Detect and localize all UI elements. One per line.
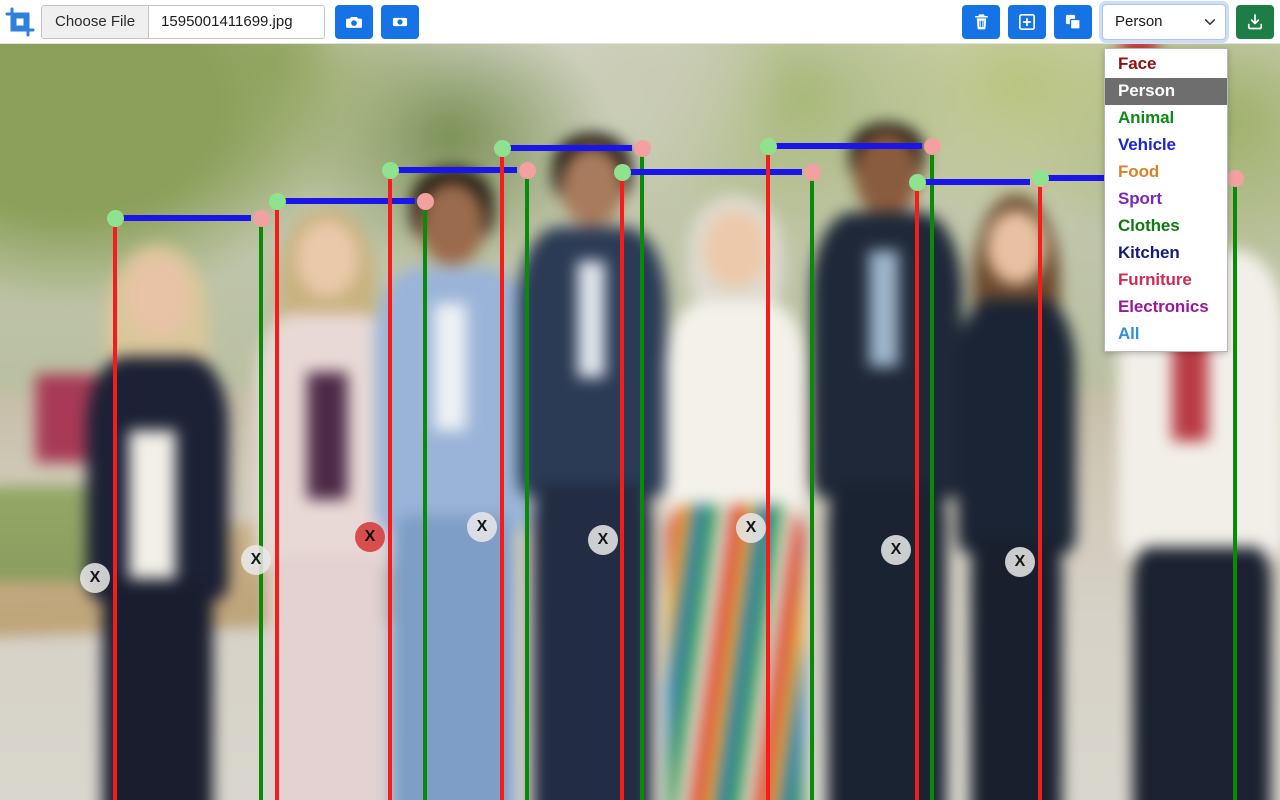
crop-frame-icon [3, 5, 37, 39]
photo-person-7 [947, 187, 1085, 800]
capture-button[interactable] [381, 4, 420, 39]
dropdown-item-sport[interactable]: Sport [1105, 186, 1227, 213]
box-handle-top-right[interactable] [924, 138, 941, 155]
category-select[interactable]: Person [1102, 3, 1226, 40]
box-delete-button[interactable]: X [241, 545, 271, 575]
choose-file-button[interactable]: Choose File [42, 5, 150, 38]
photo-person-6 [810, 123, 964, 800]
box-delete-button[interactable]: X [736, 513, 766, 543]
photo-person-4 [518, 133, 667, 800]
box-handle-top-left[interactable] [614, 164, 631, 181]
add-box-button[interactable] [1008, 4, 1046, 39]
box-handle-top-right[interactable] [253, 210, 270, 227]
duplicate-button[interactable] [1054, 4, 1092, 39]
dropdown-item-electronics[interactable]: Electronics [1105, 294, 1227, 321]
box-top-edge[interactable] [923, 179, 1030, 185]
category-dropdown-menu[interactable]: Face Person Animal Vehicle Food Sport Clothes K… [1104, 47, 1228, 352]
copy-layers-icon [1065, 14, 1081, 30]
box-delete-button[interactable]: X [588, 525, 618, 555]
box-handle-top-left[interactable] [107, 210, 124, 227]
file-name-display: 1595001411699.jpg [161, 13, 293, 30]
camera-icon [346, 16, 362, 28]
dropdown-item-animal[interactable]: Animal [1105, 105, 1227, 132]
file-input[interactable]: Choose File 1595001411699.jpg [41, 4, 326, 39]
box-top-edge[interactable] [121, 215, 251, 221]
box-handle-top-right[interactable] [417, 193, 434, 210]
box-delete-button[interactable]: X [881, 535, 911, 565]
box-left-edge[interactable] [1038, 178, 1042, 800]
photo-person-3 [373, 165, 532, 800]
box-left-edge[interactable] [275, 201, 279, 800]
box-delete-button[interactable]: X [467, 512, 497, 542]
box-right-edge[interactable] [930, 146, 934, 800]
box-handle-top-right[interactable] [519, 162, 536, 179]
dropdown-item-vehicle[interactable]: Vehicle [1105, 132, 1227, 159]
box-delete-button[interactable]: X [355, 522, 385, 552]
box-left-edge[interactable] [500, 148, 504, 800]
plus-square-icon [1019, 13, 1036, 30]
box-top-edge[interactable] [396, 167, 517, 173]
box-right-edge[interactable] [640, 148, 644, 800]
dropdown-item-furniture[interactable]: Furniture [1105, 267, 1227, 294]
box-left-edge[interactable] [113, 218, 117, 800]
record-dot-icon [392, 17, 408, 26]
box-left-edge[interactable] [915, 182, 919, 800]
box-top-edge[interactable] [283, 198, 415, 204]
box-top-edge[interactable] [628, 169, 802, 175]
toolbar: Choose File 1595001411699.jpg Person Fac… [0, 0, 1280, 352]
chevron-down-icon [1204, 18, 1216, 25]
photo-person-1 [78, 229, 237, 800]
category-select-value: Person [1115, 13, 1163, 30]
box-top-edge[interactable] [508, 145, 632, 151]
camera-button[interactable] [335, 4, 374, 39]
box-handle-top-left[interactable] [909, 174, 926, 191]
box-top-edge[interactable] [774, 143, 922, 149]
box-left-edge[interactable] [620, 172, 624, 800]
download-button[interactable] [1236, 4, 1274, 39]
dropdown-item-person[interactable]: Person [1105, 77, 1227, 105]
box-handle-top-right[interactable] [1227, 170, 1244, 187]
box-handle-top-left[interactable] [760, 138, 777, 155]
box-handle-top-left[interactable] [382, 162, 399, 179]
dropdown-item-food[interactable]: Food [1105, 159, 1227, 186]
box-right-edge[interactable] [423, 201, 427, 800]
photo-person-5 [656, 187, 815, 800]
box-handle-top-left[interactable] [494, 140, 511, 157]
box-right-edge[interactable] [1233, 178, 1237, 800]
box-right-edge[interactable] [259, 218, 263, 800]
download-icon [1247, 13, 1263, 29]
box-delete-button[interactable]: X [1005, 547, 1035, 577]
box-left-edge[interactable] [388, 170, 392, 800]
dropdown-item-clothes[interactable]: Clothes [1105, 213, 1227, 240]
box-left-edge[interactable] [766, 146, 770, 800]
box-handle-top-left[interactable] [269, 193, 286, 210]
category-select-wrapper: Person Face Person Animal Vehicle Food Sport C… [1102, 3, 1228, 352]
trash-icon [974, 14, 988, 30]
box-right-edge[interactable] [810, 172, 814, 800]
delete-button[interactable] [962, 4, 1000, 39]
box-handle-top-left[interactable] [1032, 170, 1049, 187]
box-delete-button[interactable]: X [80, 563, 110, 593]
box-handle-top-right[interactable] [634, 140, 651, 157]
box-handle-top-right[interactable] [804, 164, 821, 181]
dropdown-item-kitchen[interactable]: Kitchen [1105, 240, 1227, 267]
box-right-edge[interactable] [525, 170, 529, 800]
dropdown-item-all[interactable]: All [1105, 321, 1227, 348]
dropdown-item-face[interactable]: Face [1105, 51, 1227, 78]
